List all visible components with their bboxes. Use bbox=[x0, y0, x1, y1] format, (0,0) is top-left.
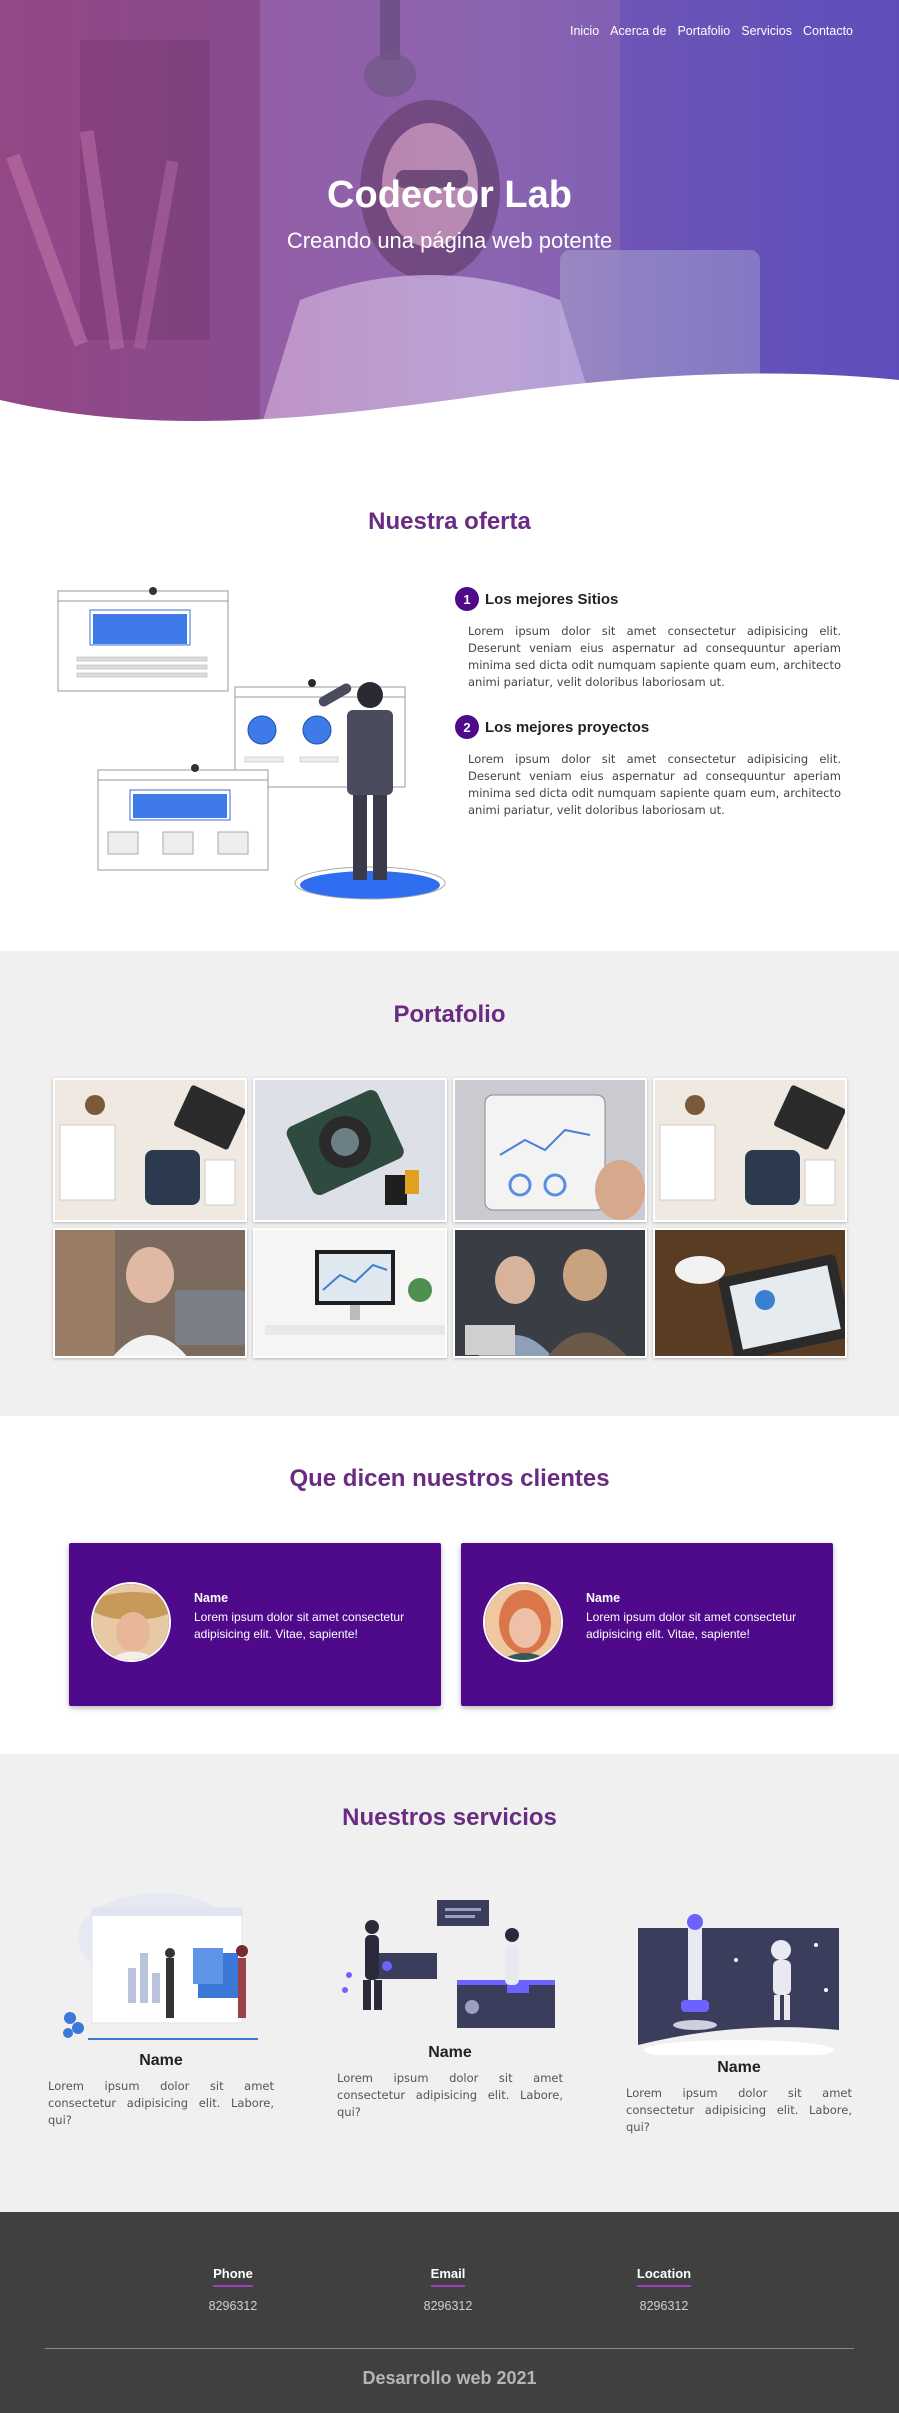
portfolio-title: Portafolio bbox=[393, 1001, 506, 1028]
offer-item-text: Lorem ipsum dolor sit amet consectetur a… bbox=[468, 752, 841, 817]
hero-banner: Inicio Acerca de Portafolio Servicios Co… bbox=[0, 0, 899, 430]
nav-acerca-de[interactable]: Acerca de bbox=[610, 24, 666, 38]
footer-label: Email bbox=[430, 2266, 466, 2287]
portfolio-image-tablet-dashboard-photo[interactable] bbox=[653, 1228, 847, 1358]
offer-number-badge: 2 bbox=[455, 715, 479, 739]
testimonials-title: Que dicen nuestros clientes bbox=[289, 1465, 610, 1492]
service-item-3: Name Lorem ipsum dolor sit amet consecte… bbox=[626, 1900, 852, 2136]
hero-subtitle: Creando una página web potente bbox=[286, 228, 613, 253]
testimonial-text: Lorem ipsum dolor sit amet consectetur a… bbox=[194, 1610, 405, 1641]
service-name: Name bbox=[717, 2059, 761, 2076]
testimonial-name: Name bbox=[194, 1591, 229, 1605]
portfolio-image-woman-laptop-photo[interactable] bbox=[53, 1228, 247, 1358]
offer-item-1: 1 Los mejores Sitios Lorem ipsum dolor s… bbox=[455, 587, 841, 691]
offer-illustration bbox=[57, 587, 446, 900]
service-text: Lorem ipsum dolor sit amet consectetur a… bbox=[626, 2086, 852, 2134]
nav-contacto[interactable]: Contacto bbox=[803, 24, 853, 38]
portfolio-image-desk-workspace-photo[interactable] bbox=[653, 1078, 847, 1222]
portfolio-image-team-meeting-photo[interactable] bbox=[453, 1228, 647, 1358]
portfolio-image-desktop-computer-photo[interactable] bbox=[253, 1228, 447, 1358]
footer-copyright: Desarrollo web 2021 bbox=[362, 2368, 537, 2388]
main-nav: Inicio Acerca de Portafolio Servicios Co… bbox=[559, 24, 853, 38]
avatar bbox=[91, 1582, 171, 1662]
service-item-2: Name Lorem ipsum dolor sit amet consecte… bbox=[337, 1895, 563, 2121]
footer-value: 8296312 bbox=[423, 2299, 473, 2313]
service-name: Name bbox=[139, 2052, 183, 2069]
testimonial-card-1: Name Lorem ipsum dolor sit amet consecte… bbox=[69, 1543, 441, 1706]
offer-item-2: 2 Los mejores proyectos Lorem ipsum dolo… bbox=[455, 715, 841, 819]
footer: Phone 8296312 Email 8296312 Location 829… bbox=[0, 2212, 899, 2413]
offer-title: Nuestra oferta bbox=[368, 508, 531, 535]
nav-portafolio[interactable]: Portafolio bbox=[677, 24, 730, 38]
services-title: Nuestros servicios bbox=[342, 1804, 557, 1831]
offer-item-title: Los mejores proyectos bbox=[485, 718, 650, 736]
footer-value: 8296312 bbox=[208, 2299, 258, 2313]
service-text: Lorem ipsum dolor sit amet consectetur a… bbox=[337, 2071, 563, 2119]
offer-item-title: Los mejores Sitios bbox=[485, 590, 619, 608]
portfolio-image-camera-photo[interactable] bbox=[253, 1078, 447, 1222]
offer-number-badge: 1 bbox=[455, 587, 479, 611]
service-text: Lorem ipsum dolor sit amet consectetur a… bbox=[48, 2079, 274, 2127]
portfolio-image-desk-workspace-photo[interactable] bbox=[53, 1078, 247, 1222]
avatar bbox=[483, 1582, 563, 1662]
rocket-astronaut-illustration bbox=[638, 1914, 839, 2060]
analytics-illustration bbox=[63, 1893, 258, 2040]
team-collaboration-illustration bbox=[342, 1900, 555, 2028]
footer-label: Phone bbox=[213, 2266, 253, 2287]
testimonial-name: Name bbox=[586, 1591, 621, 1605]
footer-email: Email 8296312 bbox=[388, 2263, 508, 2313]
nav-inicio[interactable]: Inicio bbox=[570, 24, 599, 38]
testimonial-card-2: Name Lorem ipsum dolor sit amet consecte… bbox=[461, 1543, 833, 1706]
offer-item-text: Lorem ipsum dolor sit amet consectetur a… bbox=[468, 624, 841, 689]
footer-label: Location bbox=[636, 2266, 692, 2287]
portfolio-image-tablet-chart-photo[interactable] bbox=[453, 1078, 647, 1222]
service-item-1: Name Lorem ipsum dolor sit amet consecte… bbox=[48, 1888, 274, 2129]
offer-item-header: 1 Los mejores Sitios bbox=[455, 587, 841, 611]
offer-item-header: 2 Los mejores proyectos bbox=[455, 715, 841, 739]
service-name: Name bbox=[428, 2044, 472, 2061]
hero-title: Codector Lab bbox=[327, 174, 572, 216]
page: Inicio Acerca de Portafolio Servicios Co… bbox=[0, 0, 899, 2413]
footer-location: Location 8296312 bbox=[604, 2263, 724, 2313]
footer-phone: Phone 8296312 bbox=[173, 2263, 293, 2313]
nav-servicios[interactable]: Servicios bbox=[741, 24, 792, 38]
testimonial-text: Lorem ipsum dolor sit amet consectetur a… bbox=[586, 1610, 797, 1641]
footer-value: 8296312 bbox=[639, 2299, 689, 2313]
hero-wave-divider bbox=[0, 373, 899, 430]
footer-divider bbox=[45, 2348, 854, 2349]
